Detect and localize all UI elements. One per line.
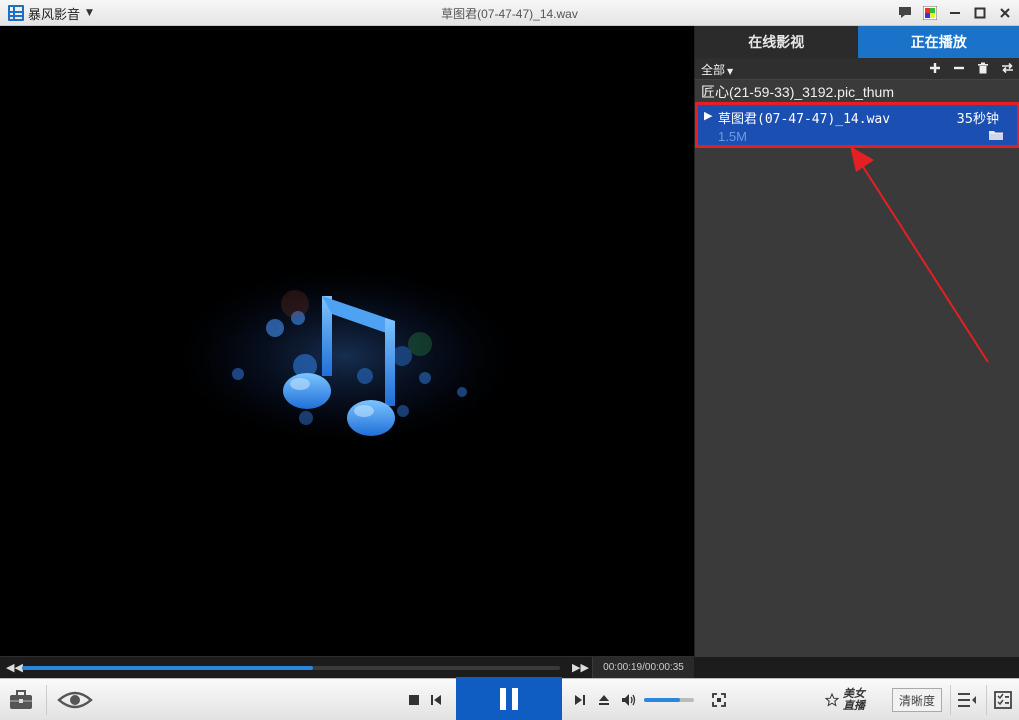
skin-icon[interactable] — [921, 4, 938, 21]
playlist-item[interactable]: 匠心(21-59-33)_3192.pic_thum — [695, 81, 1019, 103]
fast-forward-icon[interactable]: ▶▶ — [572, 661, 589, 674]
pause-icon — [500, 688, 518, 710]
video-area[interactable] — [0, 26, 694, 656]
eye-icon[interactable] — [56, 687, 94, 713]
beauty-live-button[interactable]: 美女直播 — [818, 685, 876, 715]
playlist-item-name: 草图君(07-47-47)_14.wav — [718, 112, 891, 127]
window-controls — [896, 4, 1013, 21]
divider — [950, 685, 951, 715]
bottom-control-bar: 美女直播 清晰度 — [0, 677, 1019, 720]
next-icon[interactable] — [572, 692, 588, 708]
play-indicator-icon: ▶ — [704, 109, 713, 122]
clarity-button[interactable]: 清晰度 — [892, 688, 942, 712]
remove-icon[interactable] — [952, 60, 966, 76]
volume-slider[interactable] — [644, 698, 694, 702]
volume-icon[interactable] — [620, 691, 638, 709]
rewind-icon[interactable]: ◀◀ — [6, 661, 23, 674]
app-menu-button[interactable]: 暴风影音 ▼ — [8, 4, 93, 23]
playlist-actions — [928, 60, 1014, 76]
current-time: 00:00:19 — [603, 662, 643, 673]
eject-icon[interactable] — [596, 692, 612, 708]
chat-icon[interactable] — [896, 4, 913, 21]
folder-icon[interactable] — [989, 129, 1003, 141]
loop-icon[interactable] — [1000, 60, 1014, 76]
beauty-live-label: 美女直播 — [843, 687, 865, 712]
divider — [986, 685, 987, 715]
music-note-artwork — [165, 261, 525, 451]
playlist-panel: 在线影视 正在播放 全部 ▼ 匠心(21-59-33)_3192.pic_thu… — [694, 26, 1019, 657]
previous-icon[interactable] — [428, 692, 444, 708]
seek-bar[interactable] — [22, 666, 560, 670]
toolbox-icon[interactable] — [6, 687, 36, 713]
star-icon — [825, 693, 839, 707]
playlist-toggle-icon[interactable] — [956, 689, 978, 711]
stop-icon[interactable] — [406, 692, 422, 708]
chevron-down-icon: ▼ — [727, 67, 734, 76]
add-icon[interactable] — [928, 60, 942, 76]
time-display: 00:00:19/00:00:35 — [592, 657, 694, 679]
seek-bar-fill — [22, 666, 313, 670]
filter-dropdown[interactable]: 全部 ▼ — [701, 61, 733, 78]
chevron-down-icon: ▼ — [86, 8, 93, 18]
tab-now-playing[interactable]: 正在播放 — [857, 26, 1019, 58]
window-title: 草图君(07-47-47)_14.wav — [441, 7, 578, 21]
minimize-icon[interactable] — [946, 4, 963, 21]
panel-tabs: 在线影视 正在播放 — [695, 26, 1019, 58]
playlist-item-size: 1.5M — [718, 129, 747, 144]
total-time: 00:00:35 — [644, 662, 684, 673]
trash-icon[interactable] — [976, 60, 990, 76]
volume-slider-fill — [644, 698, 680, 702]
app-logo-text: 暴风影音 — [28, 7, 81, 23]
logo-icon — [8, 5, 24, 21]
divider — [46, 685, 47, 715]
pause-button[interactable] — [456, 677, 562, 720]
title-bar: 暴风影音 ▼ 草图君(07-47-47)_14.wav — [0, 0, 1019, 26]
playlist-item-duration: 35秒钟 — [956, 112, 999, 127]
close-icon[interactable] — [996, 4, 1013, 21]
playlist-item-selected[interactable]: ▶ 草图君(07-47-47)_14.wav 35秒钟 1.5M — [695, 102, 1019, 148]
playlist-toolbar: 全部 ▼ — [695, 58, 1019, 80]
player-window: 暴风影音 ▼ 草图君(07-47-47)_14.wav ◀◀ ▶▶ 00:00:… — [0, 0, 1019, 720]
fullscreen-icon[interactable] — [710, 691, 728, 709]
settings-icon[interactable] — [992, 689, 1014, 711]
filter-label: 全部 — [701, 63, 726, 77]
progress-bar-area: ◀◀ ▶▶ 00:00:19/00:00:35 — [0, 656, 1019, 679]
maximize-icon[interactable] — [971, 4, 988, 21]
tab-online-video[interactable]: 在线影视 — [695, 26, 858, 58]
